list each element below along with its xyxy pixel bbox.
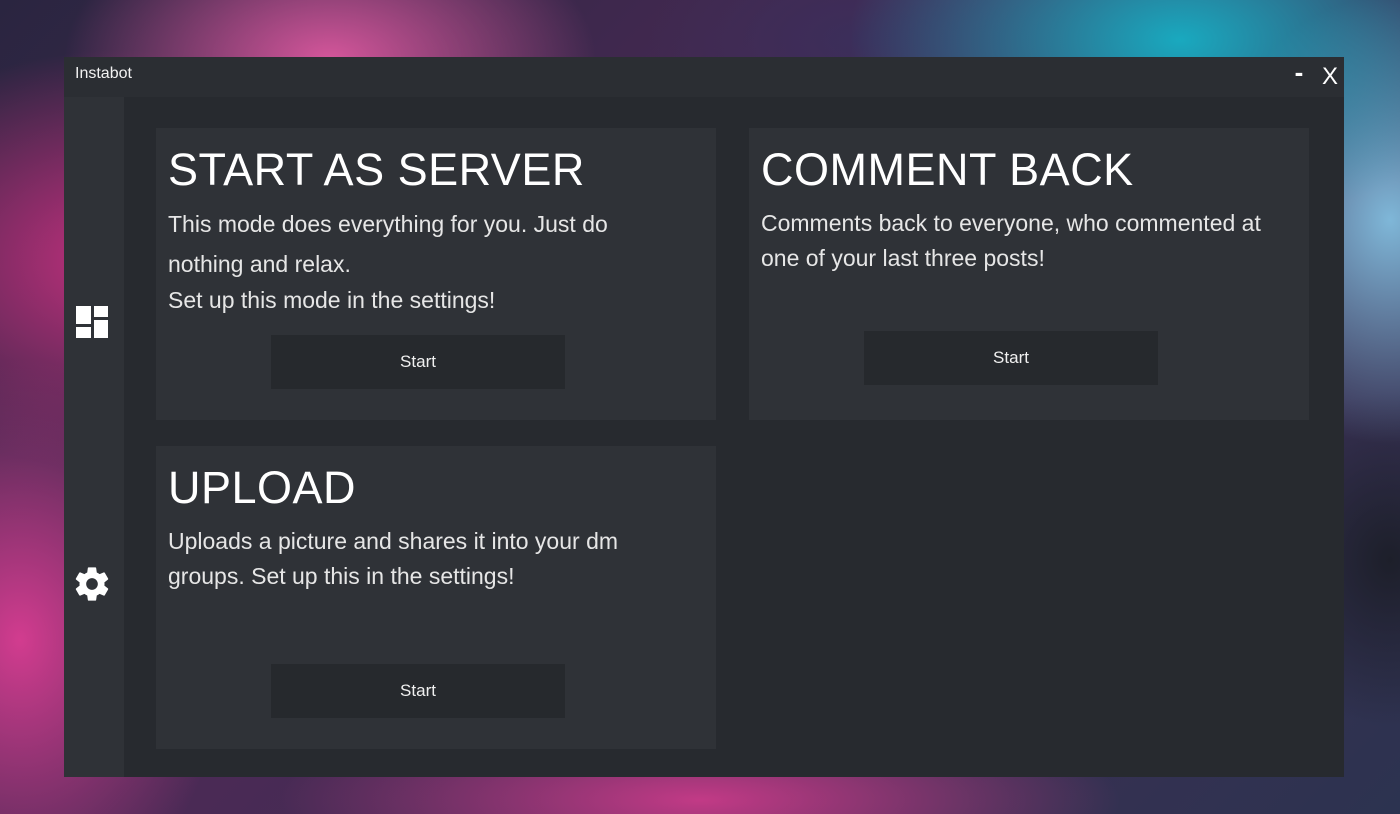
sidebar-item-settings[interactable] — [70, 562, 114, 606]
upload-title: UPLOAD — [168, 462, 357, 513]
window-title: Instabot — [75, 65, 132, 82]
dashboard-icon — [76, 306, 108, 338]
app-window: Instabot - X START AS SERVER This mode d… — [64, 57, 1344, 777]
server-mode-description-line: This mode does everything for you. Just … — [168, 211, 608, 277]
comment-back-card: COMMENT BACK Comments back to everyone, … — [749, 128, 1309, 420]
sidebar-item-dashboard[interactable] — [70, 300, 114, 344]
server-mode-description-setup: Set up this mode in the settings! — [168, 287, 496, 313]
sidebar — [64, 97, 124, 777]
close-button[interactable]: X — [1320, 62, 1340, 92]
upload-description: Uploads a picture and shares it into you… — [168, 528, 619, 589]
upload-start-button[interactable]: Start — [271, 664, 565, 718]
gear-icon — [75, 567, 109, 601]
comment-start-button[interactable]: Start — [864, 331, 1158, 385]
server-mode-description: This mode does everything for you. Just … — [168, 204, 668, 316]
server-start-button[interactable]: Start — [271, 335, 565, 389]
title-bar[interactable]: Instabot - X — [64, 57, 1344, 97]
upload-card: UPLOAD Uploads a picture and shares it i… — [156, 446, 716, 749]
comment-back-title: COMMENT BACK — [761, 144, 1134, 195]
comment-back-description: Comments back to everyone, who commented… — [761, 210, 1261, 271]
minimize-button[interactable]: - — [1292, 57, 1306, 87]
server-mode-card: START AS SERVER This mode does everythin… — [156, 128, 716, 420]
server-mode-title: START AS SERVER — [168, 144, 585, 195]
